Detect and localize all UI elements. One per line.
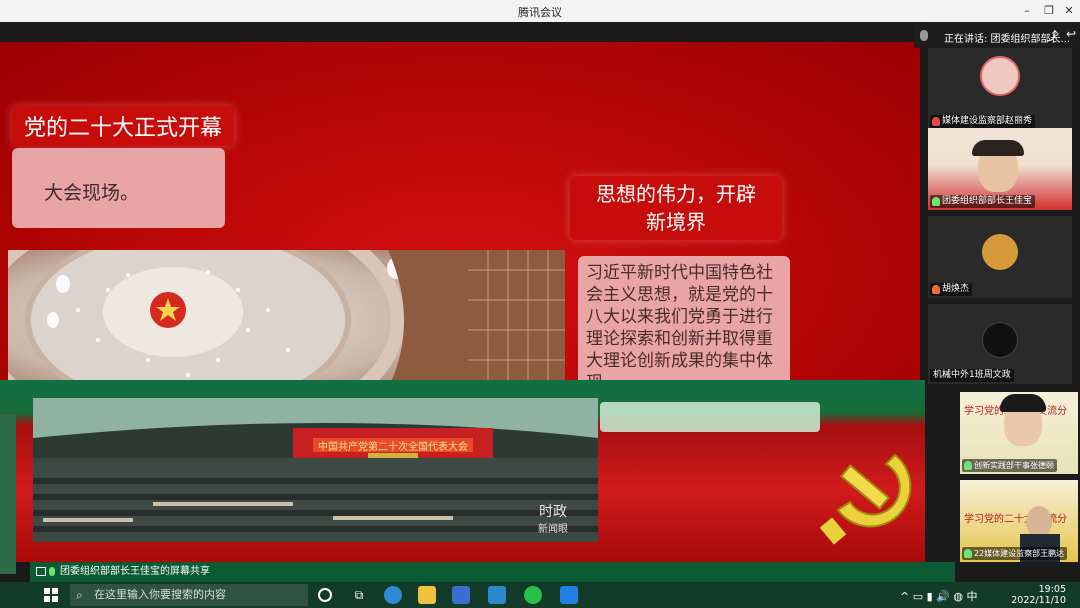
- edge-browser-icon[interactable]: [384, 586, 402, 604]
- avatar: [980, 56, 1020, 96]
- mail-icon[interactable]: [452, 586, 470, 604]
- search-icon: ⌕: [76, 588, 83, 602]
- speaking-indicator: 正在讲话: 团委组织部部长... ⤴ ↩: [914, 24, 1080, 48]
- participant-tile-1[interactable]: 媒体建设监察部赵丽秀: [928, 48, 1072, 130]
- store-icon[interactable]: [488, 586, 506, 604]
- mic-off-icon: [932, 285, 940, 294]
- participant-name: 22媒体建设监察部王鹏达: [962, 547, 1068, 560]
- participant-name: 胡焕杰: [930, 283, 973, 296]
- close-icon[interactable]: ✕: [1058, 2, 1080, 20]
- cortana-icon[interactable]: [318, 588, 332, 602]
- avatar: [982, 322, 1018, 358]
- windows-start-icon[interactable]: [44, 588, 58, 602]
- presentation-slide: 党的二十大正式开幕 大会现场。 思想的伟力，开辟 新境界 习近平新时代中国特色社…: [0, 42, 920, 422]
- left-tile-strip: [0, 414, 16, 574]
- file-explorer-icon[interactable]: [418, 586, 436, 604]
- avatar: [982, 234, 1018, 270]
- share-status-text: 团委组织部部长王佳宝的屏幕共享: [60, 566, 210, 577]
- slide-subheading: 思想的伟力，开辟 新境界: [570, 176, 782, 240]
- window-title: 腾讯会议: [518, 6, 562, 19]
- participant-tile-6[interactable]: 学习党的二十大 交流分 22媒体建设监察部王鹏达: [960, 480, 1078, 562]
- participant-tile-2[interactable]: 团委组织部部长王佳宝: [928, 128, 1072, 210]
- speaker-arrow-icon[interactable]: ⤴: [1046, 27, 1058, 44]
- slide-text-overlay: [600, 402, 820, 432]
- participant-tile-4[interactable]: 机械中外1班周文政: [928, 304, 1072, 384]
- mic-on-icon: [932, 197, 940, 206]
- video-banner: 中国共产党第二十次全国代表大会 时政 新闻眼: [0, 380, 925, 562]
- reply-arrow-icon[interactable]: ↩: [1066, 27, 1076, 41]
- taskbar-time: 19:05: [1038, 584, 1066, 595]
- venue-caption: 大会现场。: [12, 148, 225, 228]
- clock[interactable]: 19:05 2022/11/10: [1011, 584, 1066, 606]
- taskbar-search-box[interactable]: ⌕ 在这里输入你要搜索的内容: [70, 584, 308, 606]
- subheading-line-2: 新境界: [646, 210, 706, 234]
- news-badge-line2: 新闻眼: [538, 522, 568, 535]
- participant-tile-3[interactable]: 胡焕杰: [928, 216, 1072, 298]
- taskbar-date: 2022/11/10: [1011, 595, 1066, 606]
- news-badge-line1: 时政: [539, 504, 567, 520]
- tencent-meeting-icon[interactable]: [560, 586, 578, 604]
- hall-banner-text: 中国共产党第二十次全国代表大会: [318, 440, 468, 453]
- task-view-icon[interactable]: ⧉: [350, 586, 368, 604]
- restore-icon[interactable]: ❐: [1038, 2, 1060, 20]
- participant-name: 团委组织部部长王佳宝: [930, 195, 1036, 208]
- party-emblem-icon: [820, 453, 912, 545]
- wechat-icon[interactable]: [524, 586, 542, 604]
- mic-on-icon: [964, 549, 972, 558]
- screen-share-area: 党的二十大正式开幕 大会现场。 思想的伟力，开辟 新境界 习近平新时代中国特色社…: [0, 22, 925, 582]
- screen-share-status: 团委组织部部长王佳宝的屏幕共享: [30, 562, 955, 582]
- search-placeholder: 在这里输入你要搜索的内容: [94, 588, 226, 601]
- system-tray-icons[interactable]: ^ ▭ ▮ 🔊 ◍ 中: [900, 588, 977, 604]
- mic-on-icon: [964, 461, 972, 470]
- title-bar: 腾讯会议 – ❐ ✕: [0, 0, 1080, 22]
- slide-heading: 党的二十大正式开幕: [12, 106, 235, 146]
- mic-off-icon: [932, 117, 940, 126]
- speaker-mic-icon: [920, 30, 928, 41]
- congress-hall-video: 中国共产党第二十次全国代表大会 时政 新闻眼: [33, 398, 598, 542]
- congress-hall-illustration: 中国共产党第二十次全国代表大会 时政 新闻眼: [33, 398, 598, 542]
- screen-share-icon: [36, 567, 46, 576]
- participant-name: 创新实践部干事张德颐: [962, 459, 1057, 472]
- virtual-background-text: 学习党的二十大 交流分: [964, 514, 1068, 525]
- taskbar: ⌕ 在这里输入你要搜索的内容 ⧉ ^ ▭ ▮ 🔊 ◍ 中 19:05 2022/…: [0, 582, 1080, 608]
- mic-on-icon: [49, 567, 55, 576]
- participant-tile-5[interactable]: 学习党的二十大 交流分 创新实践部干事张德颐: [960, 392, 1078, 474]
- minimize-icon[interactable]: –: [1016, 2, 1038, 20]
- participant-name: 媒体建设监察部赵丽秀: [930, 115, 1036, 128]
- participant-name: 机械中外1班周文政: [930, 369, 1014, 382]
- subheading-line-1: 思想的伟力，开辟: [596, 182, 756, 206]
